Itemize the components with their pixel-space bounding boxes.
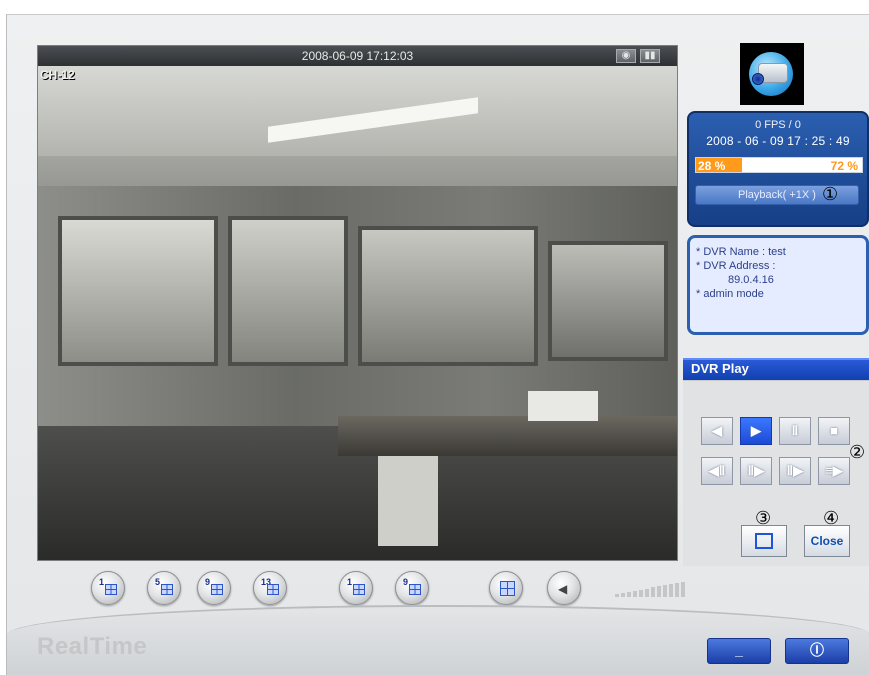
fps-readout: 0 FPS / 0 (755, 119, 801, 131)
step-back-button[interactable]: ◀Ⅱ (701, 457, 733, 485)
scene-window (548, 241, 668, 361)
volume-bar (681, 582, 685, 597)
step-forward-button[interactable]: Ⅱ▶ (779, 457, 811, 485)
volume-bar (645, 589, 649, 597)
play-icon: ▶ (751, 423, 761, 438)
page-9-button[interactable]: 9 (395, 571, 429, 605)
stop-icon: ■ (830, 423, 838, 438)
pause-button[interactable]: Ⅱ (779, 417, 811, 445)
page-count: 1 (347, 577, 353, 587)
split-count: 9 (205, 577, 211, 587)
video-timestamp: 2008-06-09 17:12:03 (301, 49, 414, 63)
grid-icon (267, 584, 279, 595)
grid-icon (211, 584, 223, 595)
volume-bar (657, 586, 661, 597)
volume-bar (633, 591, 637, 597)
fast-forward-button[interactable]: ≡▶ (818, 457, 850, 485)
rewind-icon: ◀ (712, 423, 722, 438)
speaker-icon: ◀ (558, 582, 568, 596)
scene-desk (338, 416, 677, 456)
volume-bar (615, 594, 619, 597)
dvr-info-panel: * DVR Name : test * DVR Address : 89.0.4… (687, 235, 869, 335)
playback-controls: ◀ ▶ Ⅱ ■ ② ◀Ⅱ Ⅱ▶ Ⅱ▶ ≡▶ ③ ④ Close (683, 380, 869, 566)
split-1-button[interactable]: 1 (91, 571, 125, 605)
split-13-button[interactable]: 13 (253, 571, 287, 605)
grid-icon (353, 584, 365, 595)
camera-eye-shape (752, 73, 764, 85)
split-9-button[interactable]: 9 (197, 571, 231, 605)
dvr-play-header: DVR Play (683, 358, 869, 380)
grid-icon (105, 584, 117, 595)
fast-forward-icon: ≡▶ (825, 463, 843, 478)
brand-logo-text: RealTime (37, 633, 148, 660)
free-percent: 72 % (830, 159, 858, 173)
volume-bar (621, 593, 625, 597)
grid-16-icon (500, 581, 515, 596)
grid-icon (409, 584, 421, 595)
stop-button[interactable]: ■ (818, 417, 850, 445)
camera-snapshot-icon[interactable]: ◉ (616, 49, 636, 63)
scene-ceiling (38, 66, 677, 156)
playback-datetime: 2008 - 06 - 09 17 : 25 : 49 (706, 134, 850, 148)
disk-usage-bar: 28 % 72 % (695, 157, 863, 173)
play-button[interactable]: ▶ (740, 417, 772, 445)
minimize-button[interactable]: _ (707, 638, 771, 664)
fullscreen-icon (755, 533, 773, 549)
slow-forward-button[interactable]: Ⅱ▶ (740, 457, 772, 485)
step-forward-icon: Ⅱ▶ (786, 463, 804, 478)
split-count: 1 (99, 577, 105, 587)
dvr-address-value: 89.0.4.16 (728, 274, 774, 286)
dvr-address-label: * DVR Address : (696, 260, 776, 272)
camera-feed-image: CH-12 (38, 66, 677, 560)
step-back-icon: ◀Ⅱ (708, 463, 726, 478)
callout-2: ② (849, 442, 866, 462)
slow-forward-icon: Ⅱ▶ (747, 463, 765, 478)
app-window: 2008-06-09 17:12:03 ◉ ▮▮ CH-12 1 5 9 13 … (6, 14, 869, 675)
speaker-button[interactable]: ◀ (547, 571, 581, 605)
volume-bar (627, 592, 631, 597)
callout-1: ① (822, 184, 839, 204)
power-button[interactable]: Ⓘ (785, 638, 849, 664)
close-button[interactable]: Close (804, 525, 850, 557)
mode-text: * admin mode (696, 288, 764, 300)
grid-icon (161, 584, 173, 595)
scene-window (358, 226, 538, 366)
status-panel: 0 FPS / 0 2008 - 06 - 09 17 : 25 : 49 28… (687, 111, 869, 227)
volume-slider[interactable] (615, 581, 687, 597)
scene-window (58, 216, 218, 366)
volume-bar (675, 583, 679, 597)
volume-bar (639, 590, 643, 597)
page-1-button[interactable]: 1 (339, 571, 373, 605)
fullscreen-button[interactable] (741, 525, 787, 557)
pause-icon: Ⅱ (791, 423, 799, 438)
scene-window (228, 216, 348, 366)
video-header: 2008-06-09 17:12:03 ◉ ▮▮ (38, 46, 677, 66)
scene-cabinet (378, 456, 438, 546)
page-count: 9 (403, 577, 409, 587)
channel-label: CH-12 (40, 68, 75, 82)
split-count: 5 (155, 577, 161, 587)
used-percent: 28 % (698, 159, 726, 173)
volume-bar (651, 587, 655, 597)
split-5-button[interactable]: 5 (147, 571, 181, 605)
dvr-name: * DVR Name : test (696, 246, 786, 258)
camera-logo-icon (740, 43, 804, 105)
rewind-button[interactable]: ◀ (701, 417, 733, 445)
split-16-button[interactable] (489, 571, 523, 605)
record-icon[interactable]: ▮▮ (640, 49, 660, 63)
scene-box (528, 391, 598, 421)
volume-bar (669, 584, 673, 597)
video-view[interactable]: 2008-06-09 17:12:03 ◉ ▮▮ CH-12 (37, 45, 678, 561)
volume-bar (663, 585, 667, 597)
